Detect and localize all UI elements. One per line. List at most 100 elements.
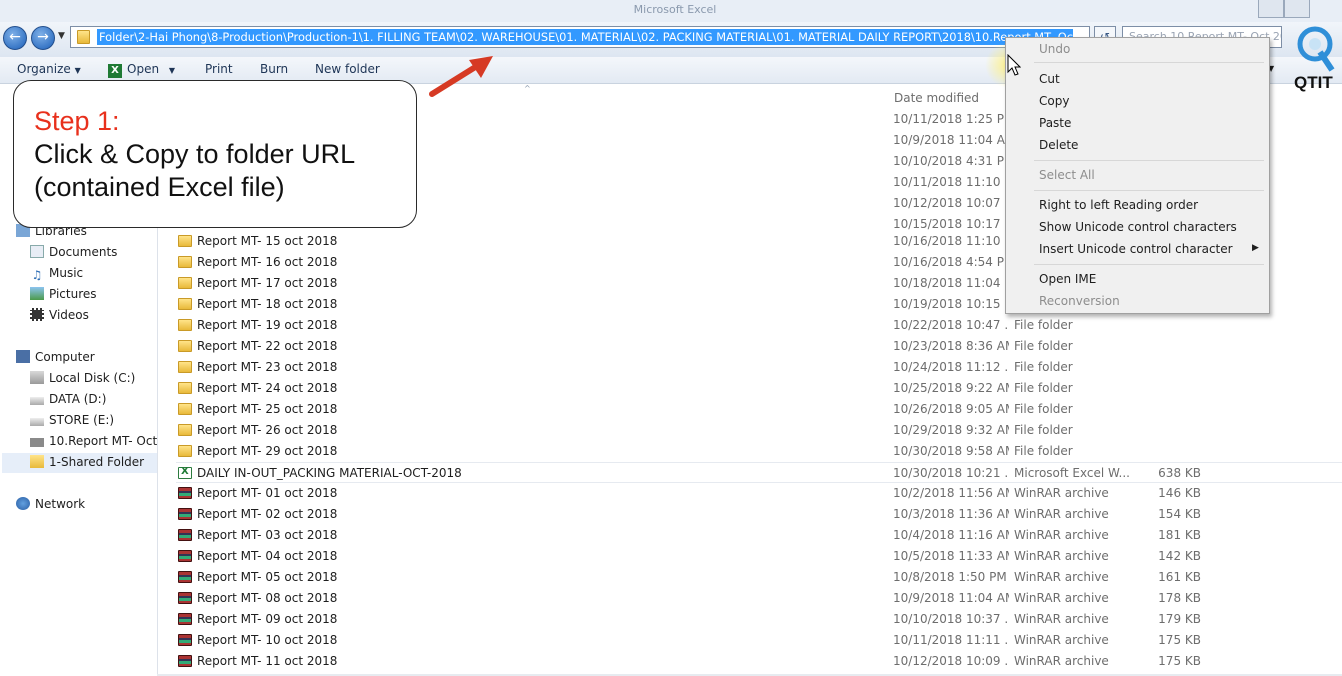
documents-icon xyxy=(30,245,44,258)
nav-data-drive[interactable]: DATA (D:) xyxy=(30,392,106,412)
file-row[interactable]: Report MT- 04 oct 2018 10/5/2018 11:33 AM… xyxy=(176,546,1342,567)
menu-separator xyxy=(1034,264,1264,265)
file-row[interactable]: Report MT- 01 oct 2018 10/2/2018 11:56 AM… xyxy=(176,483,1342,504)
burn-button[interactable]: Burn xyxy=(260,62,288,76)
winrar-icon xyxy=(178,571,192,583)
file-row[interactable]: Report MT- 22 oct 2018 10/23/2018 8:36 AM… xyxy=(176,336,1342,357)
file-row[interactable]: Report MT- 25 oct 2018 10/26/2018 9:05 AM… xyxy=(176,399,1342,420)
folder-icon xyxy=(178,445,192,457)
winrar-icon xyxy=(178,613,192,625)
file-name: Report MT- 08 oct 2018 xyxy=(197,591,338,605)
file-row[interactable]: Report MT- 29 oct 2018 10/30/2018 9:58 AM… xyxy=(176,441,1342,462)
print-button[interactable]: Print xyxy=(205,62,233,76)
nav-shared-folder[interactable]: 1-Shared Folder xyxy=(2,453,157,473)
menu-show-unicode[interactable]: Show Unicode control characters xyxy=(1039,220,1237,234)
folder-icon xyxy=(178,382,192,394)
address-bar[interactable]: Folder\2-Hai Phong\8-Production\Producti… xyxy=(70,26,1090,48)
file-type: WinRAR archive xyxy=(1014,612,1109,626)
nav-network-folder[interactable]: 10.Report MT- Oct 2 xyxy=(30,434,158,454)
folder-icon xyxy=(178,403,192,415)
nav-music[interactable]: ♫ Music xyxy=(30,266,84,286)
nav-videos[interactable]: Videos xyxy=(30,308,89,328)
minimize-button[interactable] xyxy=(1258,0,1284,18)
menu-open-ime[interactable]: Open IME xyxy=(1039,272,1096,286)
organize-button[interactable]: Organize ▼ xyxy=(17,62,81,76)
menu-undo[interactable]: Undo xyxy=(1039,42,1070,56)
winrar-icon xyxy=(178,529,192,541)
file-date: 10/5/2018 11:33 AM xyxy=(893,549,1009,563)
pictures-icon xyxy=(30,287,44,300)
file-row[interactable]: Report MT- 09 oct 2018 10/10/2018 10:37 .… xyxy=(176,609,1342,630)
file-name: Report MT- 26 oct 2018 xyxy=(197,423,338,437)
nav-local-disk[interactable]: Local Disk (C:) xyxy=(30,371,135,391)
file-row[interactable]: Report MT- 03 oct 2018 10/4/2018 11:16 AM… xyxy=(176,525,1342,546)
file-name: Report MT- 02 oct 2018 xyxy=(197,507,338,521)
menu-copy[interactable]: Copy xyxy=(1039,94,1069,108)
nav-pictures[interactable]: Pictures xyxy=(30,287,97,307)
file-row[interactable]: Report MT- 10 oct 2018 10/11/2018 11:11 .… xyxy=(176,630,1342,651)
file-name: Report MT- 09 oct 2018 xyxy=(197,612,338,626)
menu-rtl-reading-order[interactable]: Right to left Reading order xyxy=(1039,198,1198,212)
mouse-pointer-icon xyxy=(1007,54,1021,76)
file-row[interactable]: Report MT- 19 oct 2018 10/22/2018 10:47 .… xyxy=(176,315,1342,336)
instruction-callout: Step 1: Click & Copy to folder URL (cont… xyxy=(13,80,417,228)
new-folder-button[interactable]: New folder xyxy=(315,62,380,76)
folder-icon xyxy=(178,424,192,436)
file-type: File folder xyxy=(1014,339,1073,353)
back-arrow-icon[interactable]: ← xyxy=(3,26,27,50)
file-type: File folder xyxy=(1014,402,1073,416)
file-row[interactable]: Report MT- 23 oct 2018 10/24/2018 11:12 .… xyxy=(176,357,1342,378)
address-path-text[interactable]: Folder\2-Hai Phong\8-Production\Producti… xyxy=(97,29,1073,45)
nav-documents[interactable]: Documents xyxy=(30,245,117,265)
nav-computer[interactable]: Computer xyxy=(16,350,95,370)
forward-arrow-icon[interactable]: → xyxy=(31,26,55,50)
menu-delete[interactable]: Delete xyxy=(1039,138,1078,152)
file-type: File folder xyxy=(1014,318,1073,332)
folder-icon xyxy=(178,277,192,289)
file-name: Report MT- 25 oct 2018 xyxy=(197,402,338,416)
file-name: Report MT- 24 oct 2018 xyxy=(197,381,338,395)
computer-icon xyxy=(16,350,30,363)
file-row[interactable]: Report MT- 02 oct 2018 10/3/2018 11:36 AM… xyxy=(176,504,1342,525)
file-name: Report MT- 23 oct 2018 xyxy=(197,360,338,374)
file-size: 638 KB xyxy=(1158,466,1201,480)
file-type: File folder xyxy=(1014,444,1073,458)
file-row[interactable]: Report MT- 24 oct 2018 10/25/2018 9:22 AM… xyxy=(176,378,1342,399)
file-name: Report MT- 03 oct 2018 xyxy=(197,528,338,542)
drive-icon xyxy=(30,397,44,405)
chevron-down-icon: ▼ xyxy=(74,66,81,75)
network-icon xyxy=(16,497,30,510)
menu-select-all[interactable]: Select All xyxy=(1039,168,1095,182)
menu-insert-unicode[interactable]: Insert Unicode control character xyxy=(1039,242,1233,256)
file-row[interactable]: Report MT- 26 oct 2018 10/29/2018 9:32 AM… xyxy=(176,420,1342,441)
file-row[interactable]: Report MT- 05 oct 2018 10/8/2018 1:50 PM W… xyxy=(176,567,1342,588)
context-menu: Undo Cut Copy Paste Delete Select All Ri… xyxy=(1005,37,1270,314)
file-row[interactable]: Report MT- 11 oct 2018 10/12/2018 10:09 .… xyxy=(176,651,1342,672)
file-name: Report MT- 15 oct 2018 xyxy=(197,234,338,248)
file-type: WinRAR archive xyxy=(1014,570,1109,584)
file-size: 181 KB xyxy=(1158,528,1201,542)
red-arrow-icon xyxy=(429,56,493,97)
file-date: 10/11/2018 11:11 ... xyxy=(893,633,1009,647)
folder-icon xyxy=(178,235,192,247)
maximize-button[interactable] xyxy=(1284,0,1310,18)
menu-reconversion[interactable]: Reconversion xyxy=(1039,294,1120,308)
menu-separator xyxy=(1034,160,1264,161)
menu-paste[interactable]: Paste xyxy=(1039,116,1071,130)
file-row[interactable]: Report MT- 08 oct 2018 10/9/2018 11:04 AM… xyxy=(176,588,1342,609)
drive-icon xyxy=(30,418,44,426)
nav-store-drive[interactable]: STORE (E:) xyxy=(30,413,114,433)
network-drive-icon xyxy=(30,438,44,447)
file-type: WinRAR archive xyxy=(1014,528,1109,542)
file-type: WinRAR archive xyxy=(1014,633,1109,647)
recent-pages-chevron-icon[interactable]: ▼ xyxy=(58,31,65,41)
folder-icon xyxy=(178,298,192,310)
open-button[interactable]: X Open ▼ xyxy=(108,62,175,78)
folder-icon xyxy=(178,256,192,268)
file-row[interactable]: DAILY IN-OUT_PACKING MATERIAL-OCT-2018 10… xyxy=(176,462,1342,483)
menu-cut[interactable]: Cut xyxy=(1039,72,1060,86)
file-name: Report MT- 10 oct 2018 xyxy=(197,633,338,647)
file-name: Report MT- 05 oct 2018 xyxy=(197,570,338,584)
file-size: 175 KB xyxy=(1158,633,1201,647)
nav-network[interactable]: Network xyxy=(16,497,85,517)
